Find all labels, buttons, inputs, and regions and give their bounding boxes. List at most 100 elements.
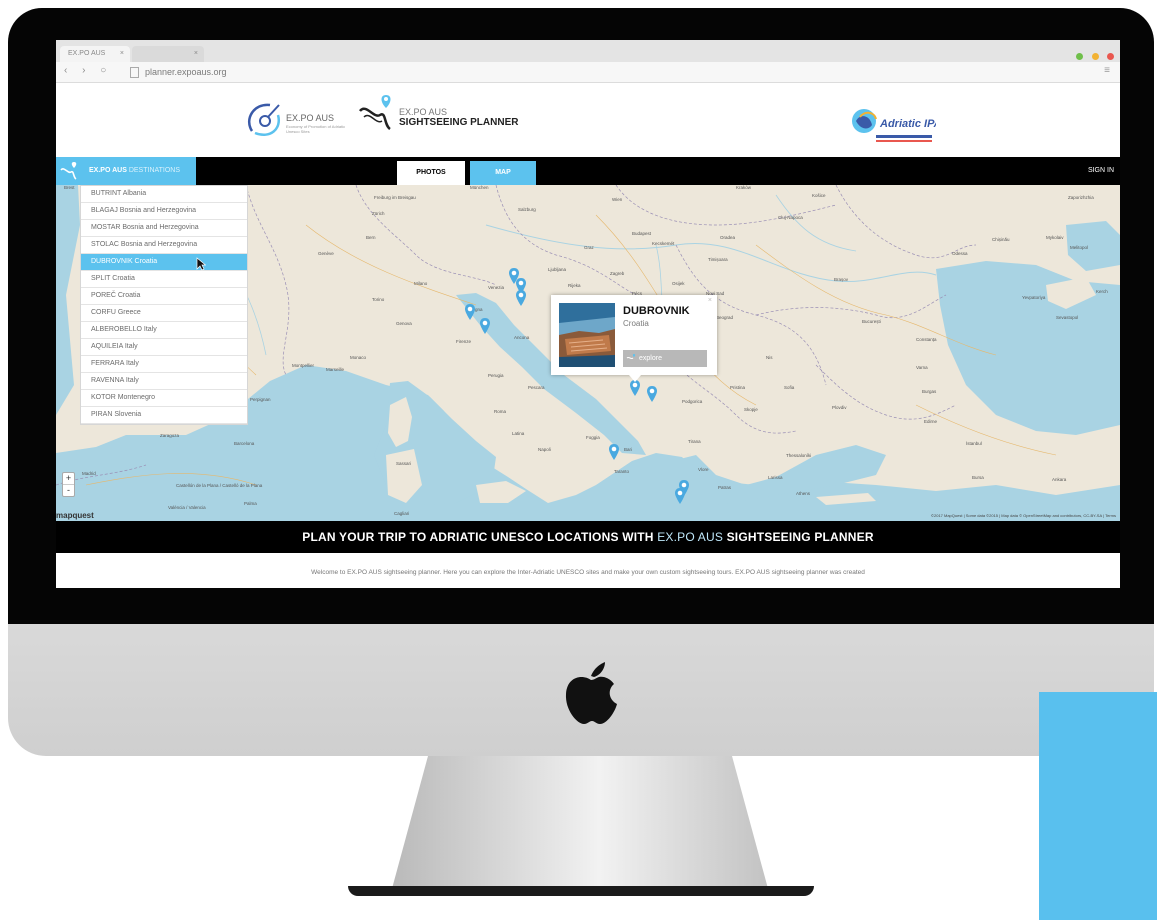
browser-tab[interactable]: × [132,46,204,62]
city-label: Košice [812,193,826,198]
city-label: Wien [612,197,623,202]
planner-logo-line1: EX.PO AUS [399,107,448,117]
city-label: Sevastopol [1056,315,1079,320]
destination-item[interactable]: MOSTAR Bosnia and Herzegovina [81,220,247,237]
city-label: Genève [318,251,334,256]
city-label: Torino [372,297,385,302]
destination-item[interactable]: FERRARA Italy [81,356,247,373]
city-label: Milano [414,281,428,286]
destination-item[interactable]: RAVENNA Italy [81,373,247,390]
page-icon [130,67,139,79]
map-marker-icon[interactable] [515,289,527,307]
city-label: Palma [244,501,257,506]
destination-item[interactable]: BLAGAJ Bosnia and Herzegovina [81,203,247,220]
city-label: Rijeka [568,283,581,288]
popup-close-icon[interactable]: × [708,297,712,304]
city-label: Athens [796,491,811,496]
tab-map[interactable]: MAP [470,161,536,185]
close-window-icon[interactable] [1107,53,1114,60]
browser-menu-icon[interactable]: ≡ [1104,65,1110,76]
map-marker-icon[interactable] [608,443,620,461]
city-label: Graz [584,245,594,250]
explore-button[interactable]: explore [623,350,707,367]
city-label: Pristina [730,385,746,390]
banner-text-1: PLAN YOUR TRIP TO ADRIATIC UNESCO LOCATI… [302,530,654,544]
sign-in-link[interactable]: SIGN IN [1088,157,1114,185]
city-label: Cluj-Napoca [778,215,803,220]
destination-item[interactable]: PIRAN Slovenia [81,407,247,424]
main-navbar: EX.PO AUS DESTINATIONS PHOTOS MAP SIGN I… [56,157,1120,185]
city-label: Mykolaiv [1046,235,1064,240]
destination-item[interactable]: BUTRINT Albania [81,186,247,203]
map-marker-icon[interactable] [646,385,658,403]
city-label: Marseille [326,367,345,372]
map-marker-icon[interactable] [479,317,491,335]
map-credits[interactable]: ©2017 MapQuest | Some data ©2015 | Map d… [931,513,1116,518]
city-label: Ljubljana [548,267,567,272]
destinations-dropdown: BUTRINT Albania BLAGAJ Bosnia and Herzego… [80,185,248,425]
city-label: Plovdiv [832,405,847,410]
url-field[interactable]: planner.expoaus.org [130,65,227,79]
city-label: Melitopol [1070,245,1089,250]
welcome-text: Welcome to EX.PO AUS sightseeing planner… [311,569,865,576]
monitor-foot [348,886,814,896]
browser-nav-buttons[interactable]: ‹ › ○ [64,65,112,76]
city-label: Kraków [736,185,752,190]
location-popup: DUBROVNIK Croatia explore × [551,295,717,382]
site-header: EX.PO AUS Economy of Promotion of Adriat… [56,83,1120,157]
destinations-menu-button[interactable]: EX.PO AUS DESTINATIONS [56,157,196,185]
city-label: München [470,185,489,190]
minimize-icon[interactable] [1091,53,1099,60]
city-label: Zaragoza [160,433,180,438]
sightseeing-planner-logo-icon[interactable] [356,93,396,135]
destination-item[interactable]: STOLAC Bosnia and Herzegovina [81,237,247,254]
expo-aus-logo-icon[interactable] [246,99,284,139]
zoom-in-button[interactable]: + [63,473,74,484]
destination-item[interactable]: ALBEROBELLO Italy [81,322,247,339]
city-label: Odessa [952,251,968,256]
city-label: Zagreb [610,271,625,276]
city-label: Bursa [972,475,984,480]
destination-item[interactable]: DUBROVNIK Croatia [81,254,247,271]
destination-item[interactable]: POREČ Croatia [81,288,247,305]
city-label: Nis [766,355,773,360]
mouse-cursor-icon [196,257,206,271]
zoom-out-button[interactable]: - [63,484,74,496]
mapquest-logo[interactable]: mapquest [56,511,94,520]
city-label: Latina [512,431,525,436]
banner-text-3: SIGHTSEEING PLANNER [726,530,874,544]
city-label: Tirana [688,439,701,444]
decorative-blue-block [1039,692,1157,920]
city-label: İstanbul [966,441,982,446]
adriatic-ipa-logo-icon[interactable]: Adriatic IPA [850,105,936,147]
browser-tab-bar: EX.PO AUS planner × × [56,40,1120,73]
city-label: Bern [366,235,376,240]
maximize-icon[interactable] [1076,53,1084,60]
city-label: Brest [64,185,75,190]
brand-destinations: DESTINATIONS [128,167,181,174]
brand-bold: EX.PO AUS [89,167,127,174]
map-marker-icon[interactable] [464,303,476,321]
city-label: Brașov [834,277,849,282]
map-marker-icon[interactable] [674,487,686,505]
city-label: Cagliari [394,511,410,516]
adriatic-ipa-text: Adriatic IPA [879,118,936,130]
destination-item[interactable]: KOTOR Montenegro [81,390,247,407]
destination-item[interactable]: AQUILEIA Italy [81,339,247,356]
browser-tab-active[interactable]: EX.PO AUS planner × [60,46,130,73]
city-label: Constanța [916,337,937,342]
destination-item[interactable]: SPLIT Croatia [81,271,247,288]
city-label: Sassari [396,461,412,466]
city-label: Zürich [372,211,385,216]
tab-photos[interactable]: PHOTOS [397,161,465,185]
tab-close-icon[interactable]: × [194,46,198,62]
url-text: planner.expoaus.org [145,67,227,77]
tab-close-icon[interactable]: × [120,46,124,62]
city-label: Perpignan [250,397,271,402]
city-label: Skopje [744,407,758,412]
city-label: Kerch [1096,289,1108,294]
city-label: Sofia [784,385,795,390]
city-label: Bari [624,447,633,452]
destination-item[interactable]: CORFU Greece [81,305,247,322]
map-view[interactable]: Brest Freiburg im Breisgau München Salzb… [56,185,1120,521]
